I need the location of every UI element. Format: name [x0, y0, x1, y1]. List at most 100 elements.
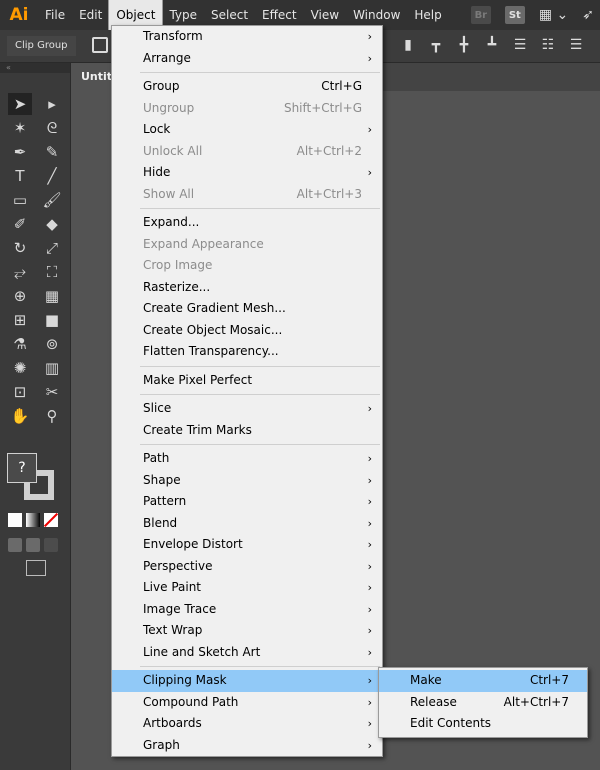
stock-button[interactable]: St — [504, 6, 525, 24]
submenu-item-label: Edit Contents — [410, 716, 492, 730]
scale-tool-icon[interactable]: ⤢ — [40, 237, 64, 259]
menu-item-shape[interactable]: Shape › — [112, 470, 382, 492]
menu-item-flatten-transparency[interactable]: Flatten Transparency... — [112, 341, 382, 363]
shaper-tool-icon[interactable]: ✐ — [8, 213, 32, 235]
menu-item-graph[interactable]: Graph › — [112, 735, 382, 757]
menu-item-pattern[interactable]: Pattern › — [112, 491, 382, 513]
gradient-tool-icon[interactable]: ■ — [40, 309, 64, 331]
chevron-right-icon: › — [367, 123, 372, 136]
workspace-switcher-icon[interactable]: ▦ ⌄ — [539, 7, 568, 23]
symbol-sprayer-tool-icon[interactable]: ✺ — [8, 357, 32, 379]
menu-item-create-object-mosaic[interactable]: Create Object Mosaic... — [112, 320, 382, 342]
align-controls: ▮ ┳ ╋ ┻ ☰ ☷ ☰ — [400, 37, 584, 53]
menu-item-label: Shape — [143, 472, 181, 487]
bridge-button[interactable]: Br — [470, 6, 491, 24]
distribute-center-icon[interactable]: ☷ — [540, 37, 556, 53]
column-graph-tool-icon[interactable]: ▥ — [40, 357, 64, 379]
menu-item-label: Hide — [143, 165, 171, 179]
chevron-right-icon: › — [367, 717, 372, 730]
draw-behind-icon[interactable] — [26, 538, 40, 552]
menu-item-group[interactable]: Group Ctrl+G — [112, 76, 382, 98]
screen-mode-icon[interactable] — [26, 560, 46, 576]
menu-item-image-trace[interactable]: Image Trace › — [112, 599, 382, 621]
draw-normal-icon[interactable] — [8, 538, 22, 552]
menu-edit[interactable]: Edit — [72, 0, 109, 30]
distribute-bottom-icon[interactable]: ☰ — [568, 37, 584, 53]
perspective-grid-tool-icon[interactable]: ▦ — [40, 285, 64, 307]
menu-item-lock[interactable]: Lock › — [112, 119, 382, 141]
menu-separator — [112, 69, 382, 76]
menu-item-arrange[interactable]: Arrange › — [112, 48, 382, 70]
blend-tool-icon[interactable]: ⊚ — [40, 333, 64, 355]
chevron-right-icon: › — [367, 30, 372, 43]
lasso-tool-icon[interactable]: ᘓ — [40, 117, 64, 139]
menu-item-expand[interactable]: Expand... — [112, 212, 382, 234]
pen-tool-icon[interactable]: ✒ — [8, 141, 32, 163]
menu-item-rasterize[interactable]: Rasterize... — [112, 277, 382, 299]
menu-item-line-and-sketch-art[interactable]: Line and Sketch Art › — [112, 642, 382, 664]
menu-help[interactable]: Help — [407, 0, 448, 30]
menu-item-label: Create Object Mosaic... — [143, 322, 283, 337]
gradient-mode-icon[interactable] — [26, 513, 40, 527]
chevron-right-icon: › — [367, 674, 372, 687]
tool-row: ✶ ᘓ — [8, 117, 66, 141]
tool-grid: ➤ ▸ ✶ ᘓ ✒ ✎ T ╱ ▭ 🖌 ✐ ◆ ↻ ⤢ ⥂ ⛶ ⊕ ▦ ⊞ ■ ⚗ ⊚ ✺ ▥ ⊡ ✂ ✋ ⚲ — [8, 93, 66, 429]
align-vertical-center-icon[interactable]: ╋ — [456, 37, 472, 53]
none-mode-icon[interactable] — [44, 513, 58, 527]
submenu-item-edit-contents[interactable]: Edit Contents — [379, 713, 587, 735]
menu-item-text-wrap[interactable]: Text Wrap › — [112, 620, 382, 642]
artboard-tool-icon[interactable]: ⊡ — [8, 381, 32, 403]
menu-item-envelope-distort[interactable]: Envelope Distort › — [112, 534, 382, 556]
free-transform-tool-icon[interactable]: ⛶ — [40, 261, 64, 283]
menu-item-live-paint[interactable]: Live Paint › — [112, 577, 382, 599]
submenu-item-label: Make — [410, 673, 442, 687]
menu-item-label: Make Pixel Perfect — [143, 372, 253, 387]
menu-item-path[interactable]: Path › — [112, 448, 382, 470]
shape-builder-tool-icon[interactable]: ⊕ — [8, 285, 32, 307]
paintbrush-tool-icon[interactable]: 🖌 — [40, 189, 64, 211]
chevron-right-icon: › — [367, 166, 372, 179]
slice-tool-icon[interactable]: ✂ — [40, 381, 64, 403]
menu-item-compound-path[interactable]: Compound Path › — [112, 692, 382, 714]
align-horizontal-right-icon[interactable]: ▮ — [400, 37, 416, 53]
color-mode-icon[interactable] — [8, 513, 22, 527]
direct-selection-tool-icon[interactable]: ▸ — [40, 93, 64, 115]
type-tool-icon[interactable]: T — [8, 165, 32, 187]
zoom-tool-icon[interactable]: ⚲ — [40, 405, 64, 427]
menu-file[interactable]: File — [38, 0, 72, 30]
mesh-tool-icon[interactable]: ⊞ — [8, 309, 32, 331]
chevron-right-icon: › — [367, 581, 372, 594]
align-vertical-bottom-icon[interactable]: ┻ — [484, 37, 500, 53]
eyedropper-tool-icon[interactable]: ⚗ — [8, 333, 32, 355]
rotate-tool-icon[interactable]: ↻ — [8, 237, 32, 259]
menu-item-perspective[interactable]: Perspective › — [112, 556, 382, 578]
menu-item-artboards[interactable]: Artboards › — [112, 713, 382, 735]
curvature-tool-icon[interactable]: ✎ — [40, 141, 64, 163]
share-icon[interactable]: ➶ — [582, 7, 594, 23]
menu-item-create-trim-marks[interactable]: Create Trim Marks — [112, 420, 382, 442]
distribute-top-icon[interactable]: ☰ — [512, 37, 528, 53]
draw-inside-icon[interactable] — [44, 538, 58, 552]
hand-tool-icon[interactable]: ✋ — [8, 405, 32, 427]
menu-item-blend[interactable]: Blend › — [112, 513, 382, 535]
submenu-item-release[interactable]: Release Alt+Ctrl+7 — [379, 692, 587, 714]
menu-item-hide[interactable]: Hide › — [112, 162, 382, 184]
panel-collapse-icon[interactable]: « — [0, 63, 70, 73]
magic-wand-tool-icon[interactable]: ✶ — [8, 117, 32, 139]
align-vertical-top-icon[interactable]: ┳ — [428, 37, 444, 53]
menu-item-clipping-mask[interactable]: Clipping Mask › — [112, 670, 382, 692]
menu-item-create-gradient-mesh[interactable]: Create Gradient Mesh... — [112, 298, 382, 320]
menu-item-make-pixel-perfect[interactable]: Make Pixel Perfect — [112, 370, 382, 392]
line-segment-tool-icon[interactable]: ╱ — [40, 165, 64, 187]
edit-clip-icon[interactable] — [92, 37, 108, 53]
menu-item-slice[interactable]: Slice › — [112, 398, 382, 420]
tool-row: ➤ ▸ — [8, 93, 66, 117]
eraser-tool-icon[interactable]: ◆ — [40, 213, 64, 235]
fill-swatch[interactable]: ? — [7, 453, 37, 483]
submenu-item-make[interactable]: Make Ctrl+7 — [379, 670, 587, 692]
menu-item-transform[interactable]: Transform › — [112, 26, 382, 48]
menu-item-label: Group — [143, 79, 180, 93]
width-tool-icon[interactable]: ⥂ — [8, 261, 32, 283]
selection-tool-icon[interactable]: ➤ — [8, 93, 32, 115]
rectangle-tool-icon[interactable]: ▭ — [8, 189, 32, 211]
